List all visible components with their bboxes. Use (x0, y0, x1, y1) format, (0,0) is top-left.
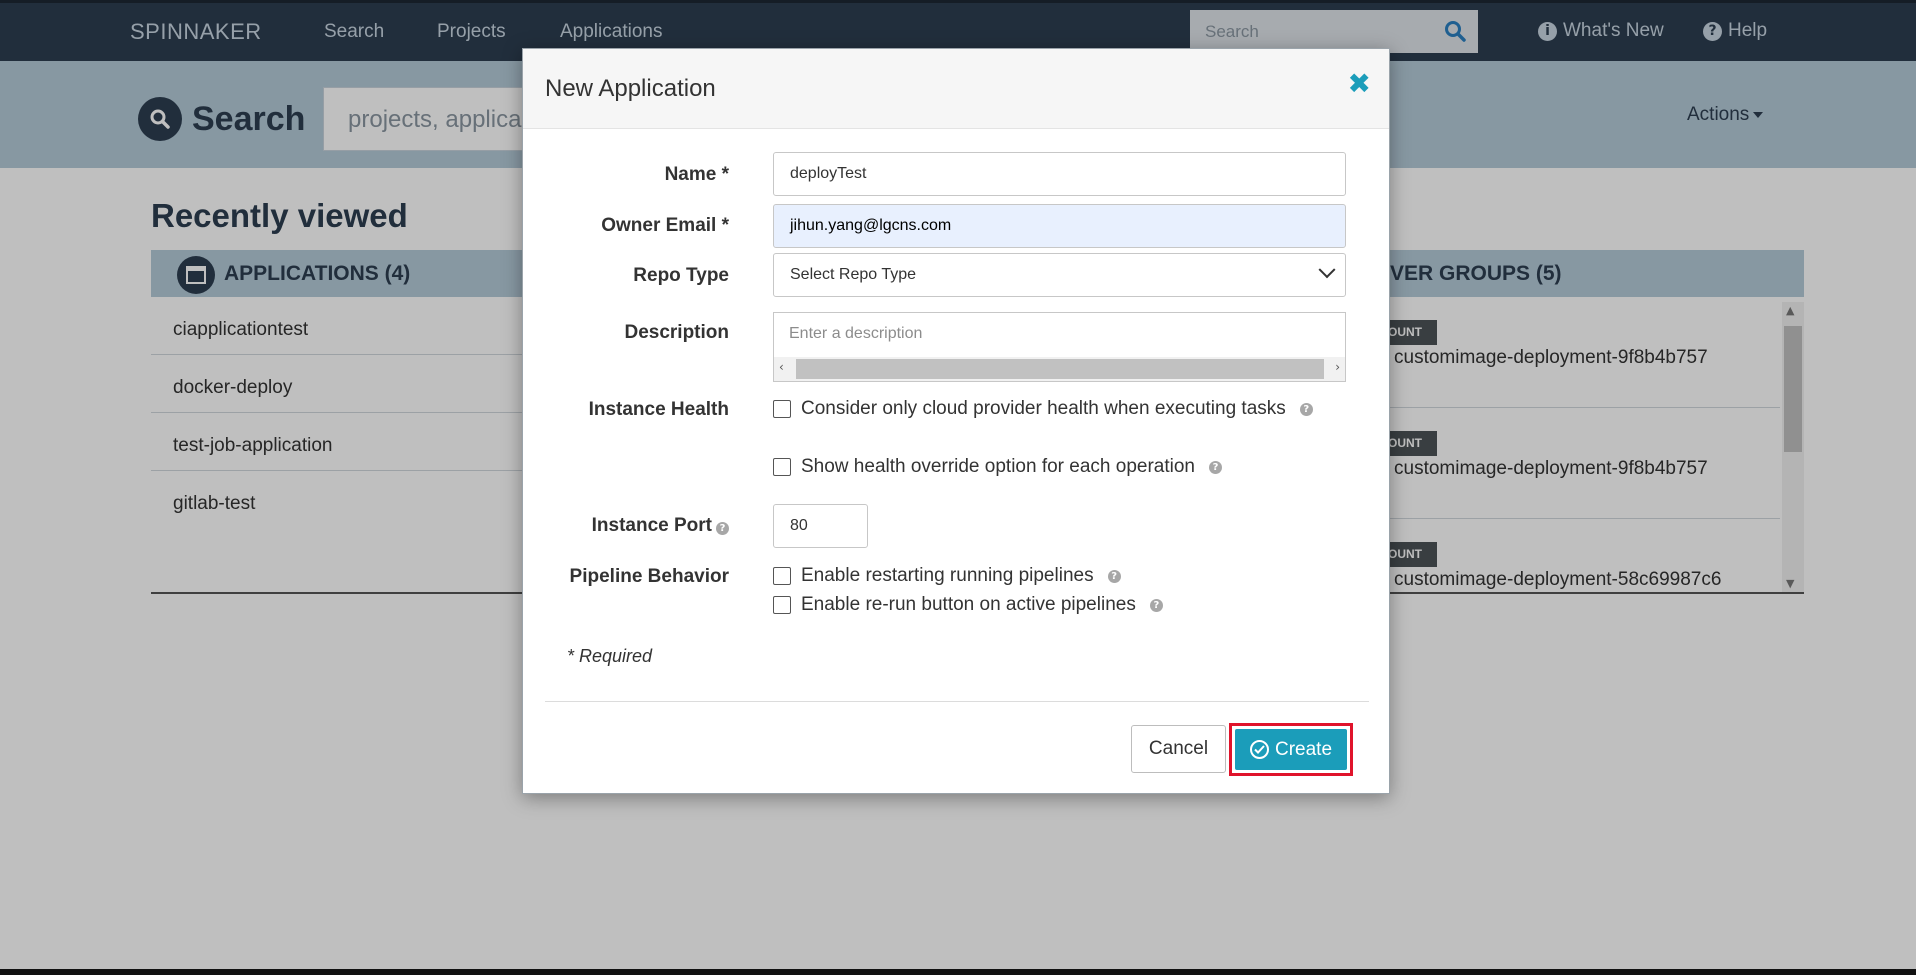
restart-pipelines-label: Enable restarting running pipelines (801, 565, 1094, 586)
cancel-button[interactable]: Cancel (1131, 725, 1226, 773)
rerun-button-option[interactable]: Enable re-run button on active pipelines… (773, 594, 1163, 616)
cloud-provider-health-option[interactable]: Consider only cloud provider health when… (773, 398, 1313, 420)
repo-type-label: Repo Type (633, 265, 729, 286)
instance-health-label: Instance Health (588, 399, 729, 420)
required-note: * Required (567, 646, 653, 666)
checkbox[interactable] (773, 458, 791, 476)
description-placeholder: Enter a description (789, 325, 923, 342)
chevron-left-icon[interactable]: ‹ (779, 360, 784, 374)
modal-header: New Application ✖ (523, 49, 1389, 129)
help-icon[interactable]: ? (1299, 402, 1313, 416)
instance-port-input[interactable]: 80 (773, 504, 868, 548)
divider (545, 701, 1369, 702)
description-scrollbar[interactable]: ‹ › (774, 357, 1345, 381)
description-label: Description (624, 322, 729, 343)
pipeline-behavior-label: Pipeline Behavior (569, 566, 729, 587)
instance-port-label-text: Instance Port (591, 515, 712, 536)
restart-pipelines-option[interactable]: Enable restarting running pipelines ? (773, 565, 1121, 587)
bottom-bar (0, 969, 1916, 975)
owner-email-label: Owner Email * (601, 215, 729, 236)
health-override-option[interactable]: Show health override option for each ope… (773, 456, 1222, 478)
owner-email-input[interactable]: jihun.yang@lgcns.com (773, 204, 1346, 248)
create-label: Create (1274, 738, 1333, 760)
repo-type-select[interactable]: Select Repo Type (773, 253, 1346, 297)
scrollbar-thumb[interactable] (796, 359, 1324, 379)
check-circle-icon (1249, 740, 1269, 759)
instance-port-label: Instance Port? (523, 515, 729, 537)
help-icon[interactable]: ? (1208, 460, 1222, 474)
help-icon[interactable]: ? (716, 522, 729, 535)
repo-type-value: Select Repo Type (790, 266, 917, 283)
checkbox[interactable] (773, 567, 791, 585)
help-icon[interactable]: ? (1107, 569, 1121, 583)
rerun-button-label: Enable re-run button on active pipelines (801, 594, 1136, 615)
new-application-modal: New Application ✖ Name * deployTest Owne… (522, 48, 1390, 794)
chevron-right-icon[interactable]: › (1335, 360, 1340, 374)
help-icon[interactable]: ? (1149, 598, 1163, 612)
checkbox[interactable] (773, 596, 791, 614)
cloud-provider-health-label: Consider only cloud provider health when… (801, 398, 1286, 419)
close-icon[interactable]: ✖ (1348, 67, 1371, 100)
create-button[interactable]: Create (1235, 729, 1347, 770)
name-label: Name * (664, 164, 729, 185)
modal-title: New Application (545, 75, 716, 102)
create-button-highlight: Create (1229, 723, 1353, 776)
health-override-label: Show health override option for each ope… (801, 456, 1195, 477)
checkbox[interactable] (773, 400, 791, 418)
chevron-down-icon (1318, 261, 1336, 279)
name-input[interactable]: deployTest (773, 152, 1346, 196)
description-textarea[interactable]: Enter a description ‹ › (773, 312, 1346, 382)
